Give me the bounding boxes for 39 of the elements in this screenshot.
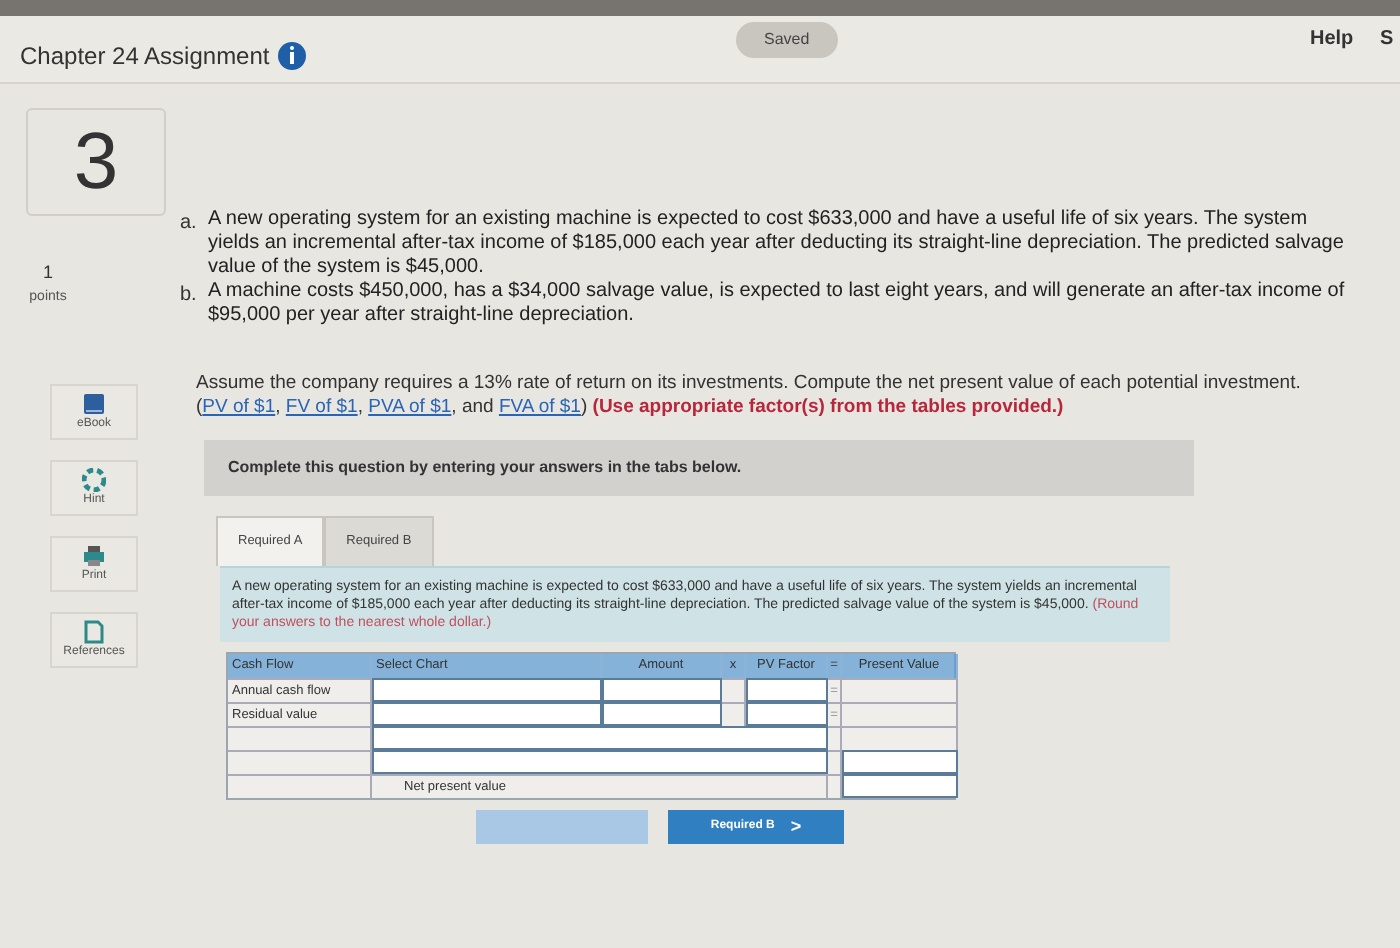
input-field[interactable] [842,750,958,774]
book-icon [82,391,106,415]
input-field[interactable] [372,678,602,702]
input-field[interactable] [746,678,828,702]
table-link[interactable]: PV of $1 [202,396,276,418]
problem-text: A new operating system for an existing machine is expected to cost $633,000 and have a useful life of six years. The system yields an incremental after-tax income of $185,000 each year after deducting its straight-line depreciation. The predicted salvage value of the system is $45,000. [208,208,1346,280]
input-field[interactable] [372,726,828,750]
input-field[interactable] [746,702,828,726]
question-number: 3 [26,108,166,216]
header-link[interactable]: S [1380,24,1394,54]
table-cell [228,726,372,750]
input-field[interactable] [372,750,828,774]
lifebuoy-icon [82,467,106,491]
table-cell [722,702,746,726]
table-cell [722,678,746,702]
table-cell [228,774,372,798]
table-link[interactable]: FV of $1 [285,396,358,418]
instruction-banner: Complete this question by entering your answers in the tabs below. [204,440,1194,496]
table-link[interactable]: PVA of $1 [368,396,452,418]
problem-text: A machine costs $450,000, has a $34,000 salvage value, is expected to last eight years, and will generate an after-tax income of $95,000 per year after straight-line depreciation. [208,280,1347,328]
table-cell [228,750,372,774]
list-marker: a. [180,210,199,238]
assignment-title: Chapter 24 Assignment [20,39,270,73]
table-link[interactable]: FVA of $1 [498,396,581,418]
instructions-text: Assume the company requires a 13% rate of return on its investments. Compute the net present value of each potential investment. (PV of $1, FV of $1, PVA of $1, and FVA of $1) (Use appropriate factor(s) from the tables provided.) [196,372,1303,420]
help-link[interactable]: Help [1310,24,1354,54]
table-cell [842,678,958,702]
save-status-badge: Saved [736,22,838,58]
input-field[interactable] [842,774,958,798]
points-value: 1 [42,260,53,286]
input-field[interactable] [602,702,722,726]
table-cell [842,726,958,750]
printer-icon [82,543,106,567]
input-field[interactable] [372,702,602,726]
input-field[interactable] [602,678,722,702]
document-icon [82,619,106,643]
table-cell [842,702,958,726]
info-icon[interactable] [277,41,306,69]
list-marker: b. [180,282,199,310]
